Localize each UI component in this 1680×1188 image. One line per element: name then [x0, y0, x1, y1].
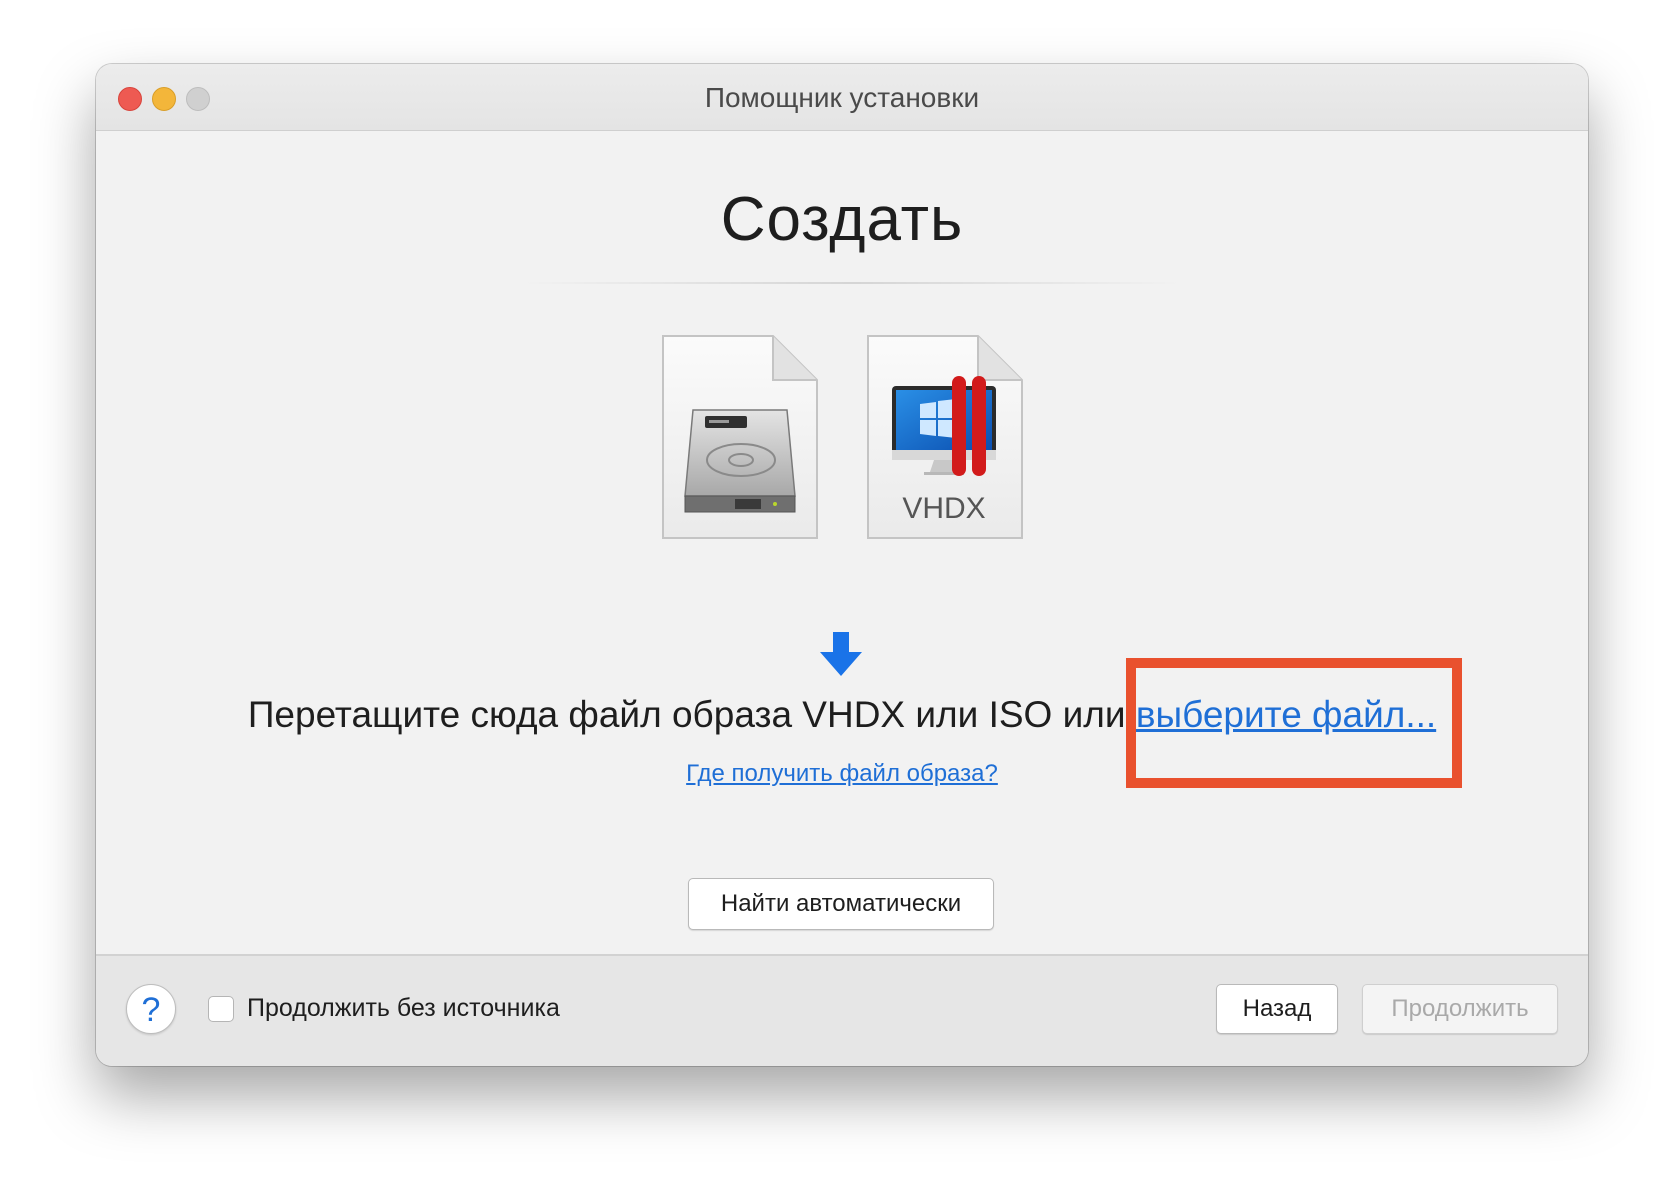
footer-bar: ? Продолжить без источника Назад Продолж… — [96, 954, 1588, 1066]
find-automatically-button[interactable]: Найти автоматически — [688, 878, 994, 930]
vhdx-document-icon: VHDX — [867, 335, 1023, 539]
page-title: Создать — [720, 185, 964, 254]
window-title: Помощник установки — [704, 82, 980, 113]
back-button[interactable]: Назад — [1216, 984, 1338, 1034]
continue-without-source-checkbox[interactable] — [208, 996, 234, 1022]
continue-without-source-label[interactable]: Продолжить без источника — [247, 994, 560, 1023]
installation-assistant-window: Помощник установки Создать VHDX Перетащи… — [96, 64, 1588, 1066]
arrow-down-icon — [820, 632, 862, 676]
choose-file-link[interactable]: выберите файл... — [1136, 694, 1436, 735]
hard-drive-document-icon — [662, 335, 818, 539]
continue-button: Продолжить — [1362, 984, 1558, 1034]
drop-instruction: Перетащите сюда файл образа VHDX или ISO… — [96, 694, 1588, 736]
where-to-get-image-link[interactable]: Где получить файл образа? — [96, 760, 1588, 788]
question-mark-icon: ? — [141, 991, 161, 1029]
vhdx-label: VHDX — [902, 492, 985, 525]
title-bar: Помощник установки — [96, 64, 1588, 131]
drop-instruction-text: Перетащите сюда файл образа VHDX или ISO… — [247, 694, 1136, 735]
help-button[interactable]: ? — [126, 984, 176, 1034]
title-divider — [522, 282, 1182, 284]
